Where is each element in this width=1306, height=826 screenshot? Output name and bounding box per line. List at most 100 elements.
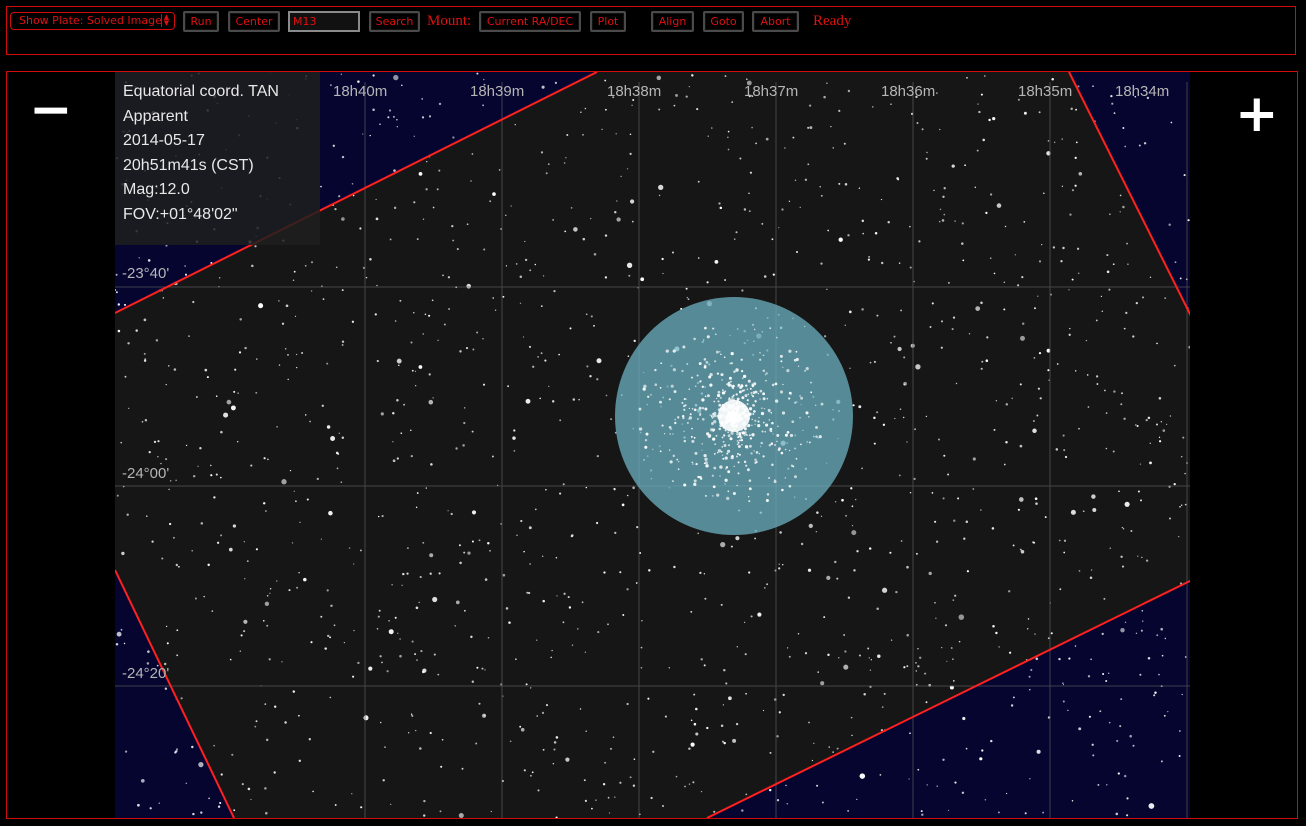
star: [570, 207, 573, 209]
cluster-star: [726, 383, 729, 386]
star: [483, 714, 486, 717]
cluster-star: [795, 457, 798, 460]
star: [175, 748, 179, 751]
star: [1047, 637, 1050, 640]
star: [437, 673, 440, 676]
star: [482, 383, 486, 386]
star: [1180, 504, 1183, 506]
star: [690, 610, 693, 613]
current-radec-button[interactable]: Current RA/DEC: [479, 11, 581, 32]
star: [1064, 455, 1068, 459]
star: [482, 104, 485, 107]
star: [749, 171, 753, 174]
cluster-star: [777, 448, 781, 452]
cluster-star: [759, 358, 762, 361]
star: [847, 234, 850, 237]
zoom-in-button[interactable]: +: [1235, 88, 1279, 140]
cluster-star: [709, 414, 711, 416]
star: [505, 607, 509, 610]
abort-button[interactable]: Abort: [752, 11, 799, 32]
cluster-star: [755, 451, 759, 454]
star: [241, 782, 244, 786]
cluster-star: [665, 349, 669, 353]
star: [1121, 526, 1124, 529]
star: [1077, 272, 1080, 275]
cluster-star: [719, 465, 723, 469]
center-button[interactable]: Center: [228, 11, 280, 32]
star: [422, 333, 424, 335]
star: [808, 104, 812, 107]
star: [471, 153, 474, 155]
cluster-star: [727, 431, 730, 434]
star: [1156, 634, 1159, 637]
star: [699, 571, 702, 575]
star: [399, 638, 401, 640]
cluster-star: [746, 399, 749, 402]
star: [522, 336, 525, 338]
star: [177, 565, 180, 568]
star: [537, 356, 539, 358]
ra-label: 18h35m: [1018, 83, 1073, 100]
cluster-star: [813, 435, 815, 438]
star: [1179, 277, 1182, 280]
star: [1037, 295, 1039, 297]
star: [146, 515, 148, 517]
star: [826, 288, 828, 290]
star: [688, 85, 690, 88]
search-button[interactable]: Search: [369, 11, 420, 32]
star: [640, 277, 645, 282]
star: [1158, 397, 1162, 400]
cluster-star: [751, 394, 753, 396]
star: [326, 425, 331, 429]
cluster-star: [762, 455, 765, 458]
star: [953, 519, 956, 522]
align-button[interactable]: Align: [651, 11, 694, 32]
star: [1132, 335, 1135, 338]
star: [553, 748, 556, 751]
cluster-star: [754, 328, 756, 331]
star: [768, 788, 772, 792]
star: [963, 537, 966, 540]
star: [418, 172, 423, 176]
star: [396, 358, 402, 364]
star: [841, 498, 844, 502]
star: [1086, 374, 1089, 376]
goto-button[interactable]: Goto: [703, 11, 744, 32]
star: [628, 274, 631, 277]
cluster-star: [759, 398, 761, 400]
cluster-star: [701, 398, 705, 402]
star: [997, 811, 1000, 814]
cluster-star: [703, 365, 707, 369]
cluster-star: [672, 368, 677, 372]
star: [174, 751, 177, 754]
zoom-out-button[interactable]: −: [29, 84, 73, 136]
run-button[interactable]: Run: [183, 11, 219, 32]
star: [406, 572, 409, 575]
star: [992, 117, 996, 121]
star: [604, 234, 608, 237]
cluster-star: [741, 389, 744, 392]
image-source-select[interactable]: Show Plate: Solved Image ▲ ▼: [10, 12, 175, 30]
star: [246, 560, 249, 563]
star: [1160, 421, 1162, 423]
star: [918, 240, 921, 243]
star: [274, 705, 277, 708]
star: [289, 469, 292, 472]
star: [436, 188, 439, 191]
cluster-star: [693, 337, 696, 341]
search-input[interactable]: M13: [288, 11, 360, 32]
star: [165, 458, 168, 461]
star: [392, 441, 394, 443]
star: [519, 275, 523, 279]
plot-button[interactable]: Plot: [590, 11, 626, 32]
star: [482, 338, 484, 340]
cluster-star: [736, 440, 739, 442]
star: [301, 351, 304, 355]
star: [530, 774, 532, 777]
star: [769, 751, 772, 754]
star: [429, 572, 432, 575]
star: [590, 315, 593, 318]
star: [219, 277, 221, 279]
star: [859, 773, 866, 779]
sky-chart-panel[interactable]: 18h40m 18h39m 18h38m 18h37m 18h36m 18h35…: [6, 71, 1298, 819]
